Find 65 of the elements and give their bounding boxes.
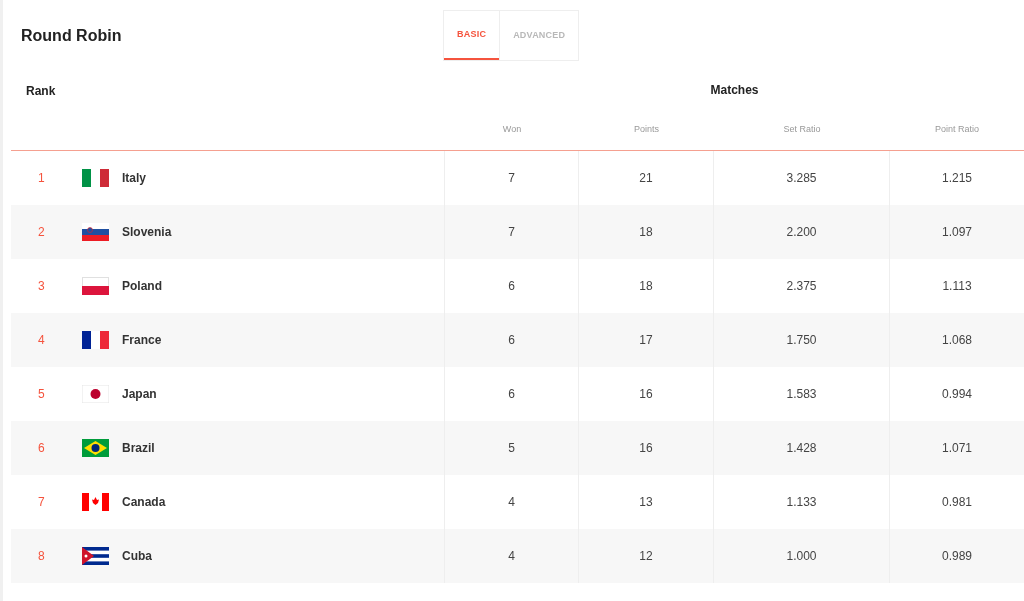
column-header: Point Ratio <box>935 123 979 137</box>
page-title: Round Robin <box>21 26 123 46</box>
table-cell-text: 1.068 <box>942 332 972 349</box>
table-cell-text: 17 <box>639 332 653 349</box>
table-cell-text: 6 <box>508 386 515 403</box>
table-cell-text: 18 <box>639 224 653 241</box>
team-name: Cuba <box>122 548 152 565</box>
table-cell-text: 6 <box>508 332 515 349</box>
column-header: Won <box>502 123 522 137</box>
table-cell-text: 1.750 <box>786 332 817 349</box>
tab[interactable]: BASIC <box>444 11 500 60</box>
table-cell-text: 2.200 <box>786 224 817 241</box>
table-cell-text: 0.981 <box>942 494 972 511</box>
tab[interactable]: ADVANCED <box>499 11 579 60</box>
flag-icon <box>82 331 109 349</box>
table-cell-text: 1.428 <box>786 440 817 457</box>
column-group-header: Matches <box>710 82 759 99</box>
table-cell-text: 0.994 <box>942 386 972 403</box>
table-cell-text: 18 <box>639 278 653 295</box>
flag-icon <box>82 169 109 187</box>
table-cell-text: 1.133 <box>786 494 817 511</box>
column-header: Points <box>634 123 659 137</box>
table-cell-text: 21 <box>639 170 653 187</box>
flag-icon <box>82 277 109 295</box>
column-header: Set Ratio <box>783 123 821 137</box>
table-cell-text: 5 <box>508 440 515 457</box>
flag-icon <box>82 223 109 241</box>
rank: 3 <box>37 278 46 295</box>
table-cell-text: 1.097 <box>942 224 972 241</box>
rank: 8 <box>37 548 46 565</box>
table-cell-text: 7 <box>508 224 515 241</box>
table-cell-text: 2.375 <box>786 278 817 295</box>
table-cell-text: 3.285 <box>786 170 817 187</box>
table-cell-text: 13 <box>639 494 653 511</box>
rank: 4 <box>37 332 46 349</box>
table-cell-text: 7 <box>508 170 515 187</box>
flag-icon <box>82 439 109 457</box>
flag-icon <box>82 493 109 511</box>
flag-icon <box>82 547 109 565</box>
team-name: France <box>122 332 162 349</box>
team-name: Slovenia <box>122 224 172 241</box>
team-name: Japan <box>122 386 157 403</box>
rank: 2 <box>37 224 46 241</box>
rank: 7 <box>37 494 46 511</box>
table-cell-text: 0.989 <box>942 548 972 565</box>
table-cell-text: 1.583 <box>786 386 817 403</box>
team-name: Italy <box>122 170 146 187</box>
table-cell-text: 6 <box>508 278 515 295</box>
table-cell-text: 1.215 <box>942 170 972 187</box>
column-header: Rank <box>26 84 56 98</box>
table-cell-text: 1.113 <box>942 278 972 295</box>
rank: 5 <box>37 386 46 403</box>
table-cell-text: 12 <box>639 548 653 565</box>
table-cell-text: 16 <box>639 440 653 457</box>
team-name: Canada <box>122 494 166 511</box>
flag-icon <box>82 385 109 403</box>
table-cell-text: 4 <box>508 494 515 511</box>
team-name: Brazil <box>122 440 155 457</box>
team-name: Poland <box>122 278 162 295</box>
table-cell-text: 16 <box>639 386 653 403</box>
table-cell-text: 1.071 <box>942 440 972 457</box>
table-cell-text: 1.000 <box>786 548 817 565</box>
rank: 1 <box>37 170 46 187</box>
rank: 6 <box>37 440 46 457</box>
table-cell-text: 4 <box>508 548 515 565</box>
